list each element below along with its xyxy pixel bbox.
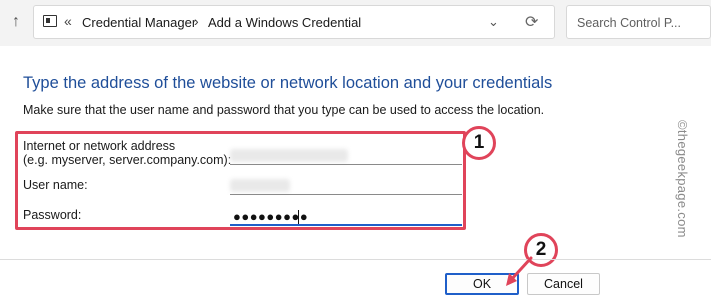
annotation-arrow — [506, 256, 533, 286]
